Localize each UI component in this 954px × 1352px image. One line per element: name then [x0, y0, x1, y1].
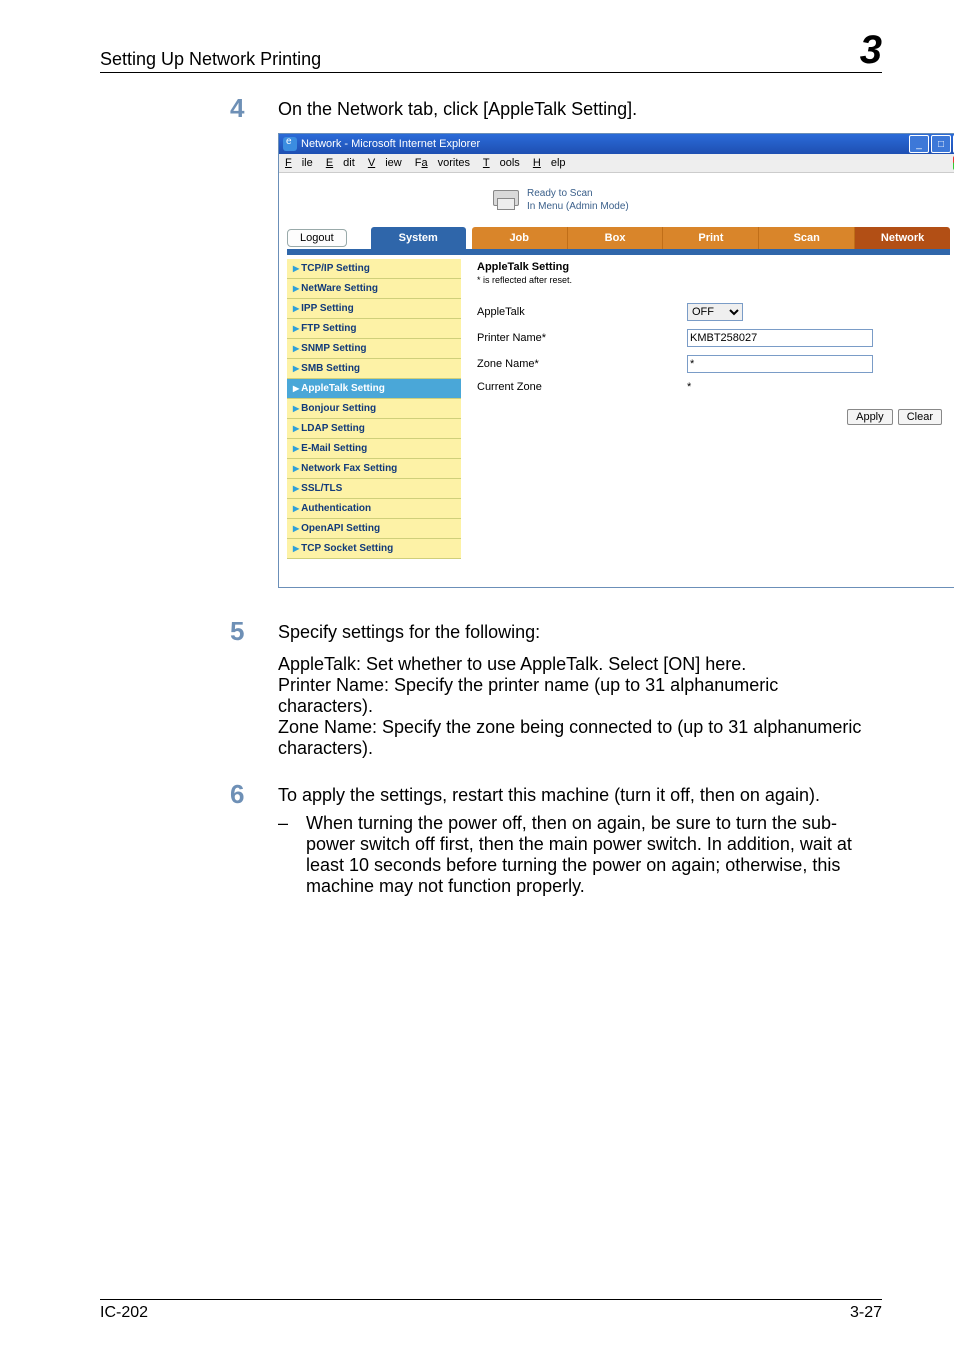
step-6: 6 To apply the settings, restart this ma… [230, 781, 882, 807]
menu-bar: File Edit View Favorites Tools Help [279, 154, 954, 173]
tab-network[interactable]: Network [855, 227, 950, 249]
menu-tools[interactable]: Tools [483, 157, 520, 169]
sidebar-item-networkfax[interactable]: ▶Network Fax Setting [287, 459, 461, 479]
step-5: 5 Specify settings for the following: [230, 618, 882, 644]
sidebar-item-appletalk[interactable]: ▶AppleTalk Setting [287, 379, 461, 399]
label-current-zone: Current Zone [477, 381, 687, 393]
page-header: Setting Up Network Printing 3 [100, 30, 882, 73]
value-current-zone: * [687, 381, 942, 393]
maximize-button[interactable]: □ [931, 135, 951, 153]
ie-icon [283, 137, 297, 151]
appletalk-select[interactable]: OFF [687, 303, 743, 321]
label-zone-name: Zone Name* [477, 358, 687, 370]
device-status: Ready to Scan In Menu (Admin Mode) [279, 173, 954, 223]
sidebar-item-openapi[interactable]: ▶OpenAPI Setting [287, 519, 461, 539]
step-text: To apply the settings, restart this mach… [278, 781, 820, 806]
window-title: Network - Microsoft Internet Explorer [301, 138, 480, 150]
tab-print[interactable]: Print [663, 227, 759, 249]
step-5-desc-printer: Printer Name: Specify the printer name (… [278, 675, 878, 717]
tab-job[interactable]: Job [472, 227, 568, 249]
page-footer: IC-202 3-27 [100, 1299, 882, 1322]
status-line-1: Ready to Scan [527, 187, 629, 200]
step-4: 4 On the Network tab, click [AppleTalk S… [230, 95, 882, 121]
menu-favorites[interactable]: Favorites [415, 157, 470, 169]
tab-box[interactable]: Box [568, 227, 664, 249]
step-number: 6 [230, 781, 278, 807]
sidebar-item-netware[interactable]: ▶NetWare Setting [287, 279, 461, 299]
sidebar-item-ssltls[interactable]: ▶SSL/TLS [287, 479, 461, 499]
menu-file[interactable]: File [285, 157, 313, 169]
window-titlebar: Network - Microsoft Internet Explorer _ … [279, 134, 954, 154]
step-number: 4 [230, 95, 278, 121]
logout-button[interactable]: Logout [287, 229, 347, 247]
bullet-text: When turning the power off, then on agai… [306, 813, 878, 897]
label-printer-name: Printer Name* [477, 332, 687, 344]
sidebar-item-ftp[interactable]: ▶FTP Setting [287, 319, 461, 339]
pane-title: AppleTalk Setting [477, 261, 942, 273]
sidebar-item-bonjour[interactable]: ▶Bonjour Setting [287, 399, 461, 419]
window-controls: _ □ X [909, 135, 954, 153]
printer-icon [491, 188, 519, 212]
printer-name-input[interactable] [687, 329, 873, 347]
footer-right: 3-27 [850, 1304, 882, 1322]
settings-pane: AppleTalk Setting * is reflected after r… [461, 259, 950, 559]
header-title: Setting Up Network Printing [100, 49, 321, 70]
pane-note: * is reflected after reset. [477, 275, 942, 285]
step-text: Specify settings for the following: [278, 618, 540, 643]
step-6-bullet: – When turning the power off, then on ag… [278, 813, 878, 897]
sidebar-item-authentication[interactable]: ▶Authentication [287, 499, 461, 519]
settings-sidebar: ▶TCP/IP Setting ▶NetWare Setting ▶IPP Se… [287, 259, 461, 559]
clear-button[interactable]: Clear [898, 409, 942, 425]
minimize-button[interactable]: _ [909, 135, 929, 153]
step-number: 5 [230, 618, 278, 644]
footer-left: IC-202 [100, 1304, 148, 1322]
bullet-dash: – [278, 813, 306, 897]
sidebar-item-ldap[interactable]: ▶LDAP Setting [287, 419, 461, 439]
sidebar-item-ipp[interactable]: ▶IPP Setting [287, 299, 461, 319]
menu-help[interactable]: Help [533, 157, 566, 169]
menu-view[interactable]: View [368, 157, 402, 169]
zone-name-input[interactable] [687, 355, 873, 373]
menu-edit[interactable]: Edit [326, 157, 355, 169]
embedded-screenshot: Network - Microsoft Internet Explorer _ … [278, 133, 954, 588]
label-appletalk: AppleTalk [477, 306, 687, 318]
sidebar-item-snmp[interactable]: ▶SNMP Setting [287, 339, 461, 359]
sidebar-item-email[interactable]: ▶E-Mail Setting [287, 439, 461, 459]
step-5-desc-zone: Zone Name: Specify the zone being connec… [278, 717, 878, 759]
status-line-2: In Menu (Admin Mode) [527, 200, 629, 213]
tab-scan[interactable]: Scan [759, 227, 855, 249]
tab-system[interactable]: System [371, 227, 466, 249]
apply-button[interactable]: Apply [847, 409, 893, 425]
sidebar-item-tcpip[interactable]: ▶TCP/IP Setting [287, 259, 461, 279]
sidebar-item-smb[interactable]: ▶SMB Setting [287, 359, 461, 379]
chapter-number: 3 [860, 30, 882, 70]
sidebar-item-tcpsocket[interactable]: ▶TCP Socket Setting [287, 539, 461, 559]
step-5-desc-appletalk: AppleTalk: Set whether to use AppleTalk.… [278, 654, 878, 675]
step-text: On the Network tab, click [AppleTalk Set… [278, 95, 637, 120]
